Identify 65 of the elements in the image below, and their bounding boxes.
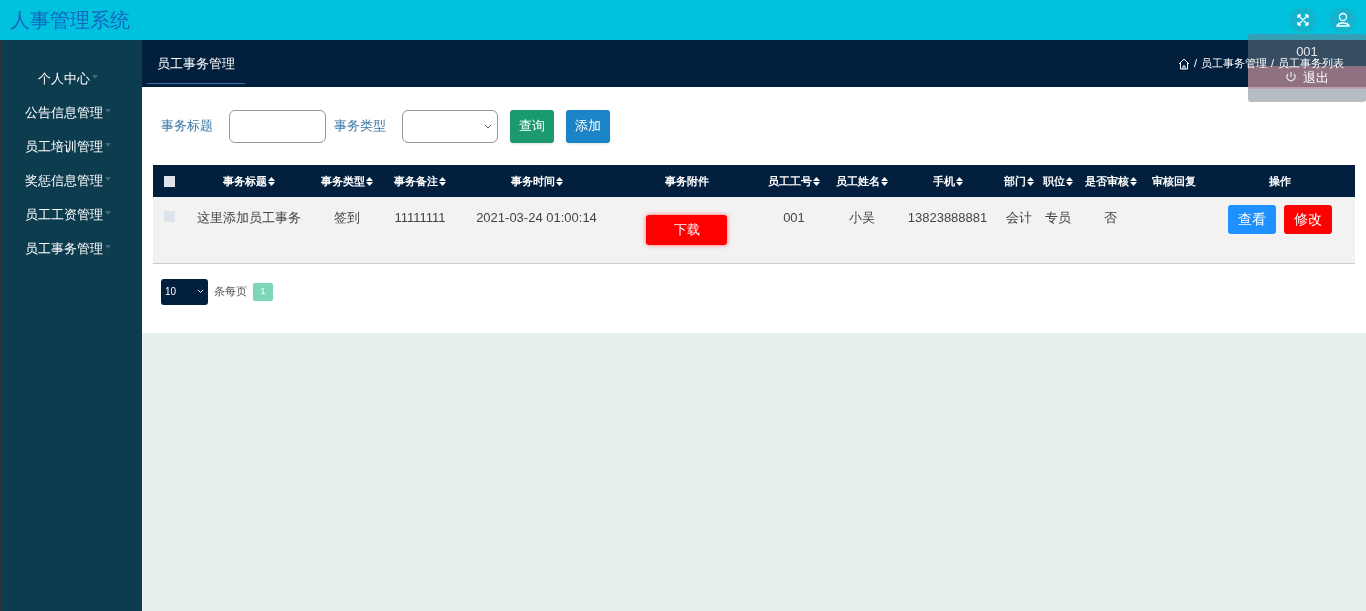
sort-icon[interactable] bbox=[268, 177, 275, 187]
field-label: 事务标题 bbox=[161, 117, 213, 136]
column-header: 审核回复 bbox=[1152, 174, 1196, 187]
sort-icon[interactable] bbox=[955, 177, 963, 187]
table-cell: 001 bbox=[783, 210, 805, 225]
app-title: 人事管理系统 bbox=[10, 8, 130, 33]
sort-icon[interactable] bbox=[555, 177, 563, 187]
download-button[interactable]: 下载 bbox=[646, 215, 727, 245]
column-header[interactable]: 事务时间 bbox=[510, 174, 555, 187]
per-page-label: 条每页 bbox=[214, 284, 247, 300]
caret-icon bbox=[105, 211, 111, 215]
select-all-checkbox[interactable] bbox=[163, 175, 175, 187]
home-icon[interactable] bbox=[1177, 57, 1190, 70]
column-header[interactable]: 员工工号 bbox=[768, 174, 812, 187]
power-icon bbox=[1285, 71, 1297, 84]
caret-icon bbox=[92, 75, 98, 79]
sidebar-item[interactable]: 奖惩信息管理 bbox=[1, 164, 142, 198]
query-button[interactable]: 查询 bbox=[510, 109, 554, 143]
sort-icon[interactable] bbox=[365, 177, 373, 187]
table-cell: 签到 bbox=[333, 210, 360, 225]
breadcrumb-separator: / bbox=[1270, 56, 1274, 72]
column-header: 操作 bbox=[1269, 174, 1291, 187]
table-cell: 这里添加员工事务 bbox=[197, 210, 301, 225]
table-cell: 13823888881 bbox=[907, 210, 988, 225]
page-tab[interactable]: 员工事务管理 bbox=[147, 45, 245, 84]
sidebar-item[interactable]: 员工工资管理 bbox=[1, 198, 142, 232]
table-cell: 11111111 bbox=[394, 210, 446, 225]
table-cell: 专员 bbox=[1045, 210, 1071, 225]
table-cell: 小吴 bbox=[848, 210, 875, 225]
sidebar-item[interactable]: 员工事务管理 bbox=[1, 232, 142, 266]
column-header[interactable]: 职位 bbox=[1043, 174, 1065, 187]
breadcrumb-item[interactable]: 员工事务管理 bbox=[1200, 55, 1267, 72]
breadcrumb-separator: / bbox=[1193, 56, 1197, 72]
column-header[interactable]: 事务备注 bbox=[394, 174, 438, 187]
caret-icon bbox=[105, 245, 111, 249]
title-input[interactable] bbox=[229, 109, 326, 143]
column-header[interactable]: 部门 bbox=[1004, 174, 1026, 187]
caret-icon bbox=[105, 177, 111, 181]
sort-icon[interactable] bbox=[880, 177, 888, 187]
chevron-icon bbox=[197, 289, 204, 294]
sort-icon[interactable] bbox=[439, 177, 446, 187]
column-header[interactable]: 事务类型 bbox=[320, 174, 365, 187]
sort-icon[interactable] bbox=[1027, 177, 1034, 187]
sidebar-item[interactable]: 员工培训管理 bbox=[1, 130, 142, 164]
type-select[interactable] bbox=[402, 109, 498, 143]
column-header: 事务附件 bbox=[664, 174, 709, 187]
column-header[interactable]: 事务标题 bbox=[223, 174, 267, 187]
caret-icon bbox=[105, 109, 111, 113]
table-cell: 会计 bbox=[1006, 210, 1032, 225]
table-cell: 否 bbox=[1104, 210, 1117, 225]
column-header[interactable]: 手机 bbox=[932, 174, 955, 187]
table-cell: 2021-03-24 01:00:14 bbox=[476, 210, 597, 225]
edit-button[interactable]: 修改 bbox=[1284, 205, 1332, 234]
sort-icon[interactable] bbox=[1066, 177, 1073, 187]
sidebar-item[interactable]: 公告信息管理 bbox=[1, 96, 142, 130]
sidebar-item[interactable]: 个人中心 bbox=[1, 62, 142, 96]
caret-icon bbox=[105, 143, 111, 147]
sort-icon[interactable] bbox=[1129, 177, 1137, 187]
column-header[interactable]: 员工姓名 bbox=[835, 174, 880, 187]
add-button[interactable]: 添加 bbox=[566, 109, 610, 143]
column-header[interactable]: 是否审核 bbox=[1084, 174, 1129, 187]
chevron-icon bbox=[484, 123, 492, 129]
field-label: 事务类型 bbox=[334, 117, 386, 136]
page-size-select[interactable]: 10 bbox=[161, 278, 208, 305]
sort-icon[interactable] bbox=[813, 177, 820, 187]
